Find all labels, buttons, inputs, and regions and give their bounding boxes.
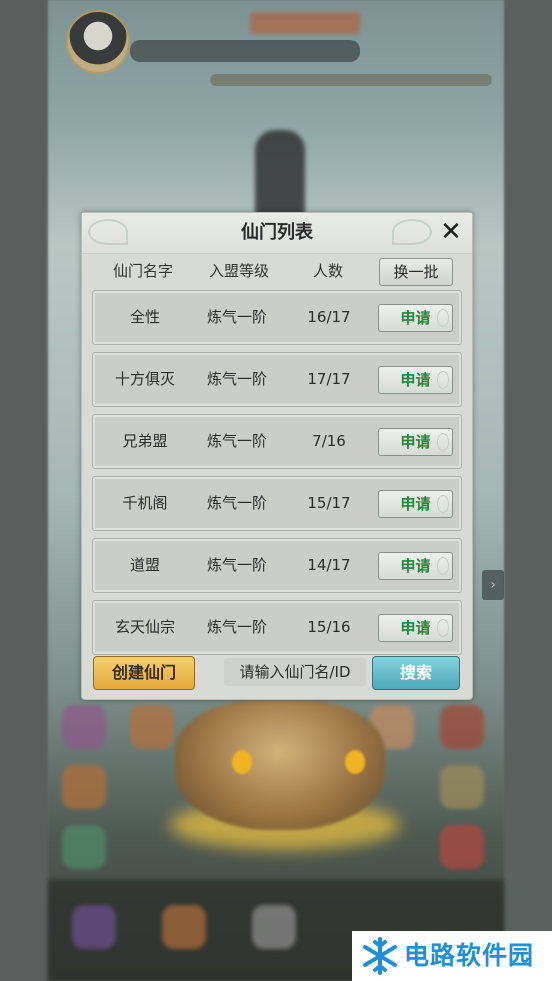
apply-button[interactable]: 申请: [378, 614, 453, 642]
menu-icon-3: [62, 825, 106, 869]
sect-level: 炼气一阶: [206, 556, 267, 574]
experience-bar: [210, 74, 492, 86]
apply-button[interactable]: 申请: [378, 552, 453, 580]
resource-bar: [130, 40, 360, 62]
title-badge: [250, 12, 360, 34]
apply-button[interactable]: 申请: [378, 304, 453, 332]
dialog-header: 仙门列表 ✕: [82, 213, 472, 254]
sect-name: 道盟: [129, 556, 160, 574]
apply-button[interactable]: 申请: [378, 428, 453, 456]
sect-members: 15/16: [307, 618, 351, 636]
sect-list-dialog: 仙门列表 ✕ 仙门名字 入盟等级 人数 换一批 全性 炼气一阶 16/17 申请…: [81, 212, 473, 700]
cauldron-gem-left: [232, 750, 252, 774]
sect-members: 17/17: [307, 370, 351, 388]
dialog-title: 仙门列表: [241, 222, 313, 243]
column-header-members: 人数: [312, 262, 343, 280]
sect-row: 全性 炼气一阶 16/17 申请: [92, 290, 462, 345]
menu-icon-5: [440, 765, 484, 809]
sect-level: 炼气一阶: [206, 494, 267, 512]
left-letterbox: [0, 0, 48, 981]
search-button[interactable]: 搜索: [372, 656, 460, 690]
menu-icon-4: [440, 705, 484, 749]
watermark-text: 电路软件园: [404, 941, 535, 970]
sect-name: 兄弟盟: [122, 432, 168, 450]
right-letterbox: [504, 0, 552, 981]
column-header-name: 仙门名字: [112, 262, 173, 280]
sect-level: 炼气一阶: [206, 308, 267, 326]
cauldron-gem-right: [345, 750, 365, 774]
sect-row: 道盟 炼气一阶 14/17 申请: [92, 538, 462, 593]
watermark: 电路软件园: [352, 931, 552, 981]
sect-members: 7/16: [312, 432, 346, 450]
bottom-icon-1: [72, 905, 116, 949]
sect-name: 全性: [129, 308, 160, 326]
sect-name: 十方俱灭: [114, 370, 175, 388]
player-avatar: [66, 10, 130, 74]
sect-members: 16/17: [307, 308, 351, 326]
column-header-level: 入盟等级: [208, 262, 269, 280]
sect-row: 玄天仙宗 炼气一阶 15/16 申请: [92, 600, 462, 655]
sect-row: 兄弟盟 炼气一阶 7/16 申请: [92, 414, 462, 469]
menu-icon-7: [130, 705, 174, 749]
sect-level: 炼气一阶: [206, 370, 267, 388]
menu-icon-2: [62, 765, 106, 809]
sect-level: 炼气一阶: [206, 432, 267, 450]
player-character: [255, 130, 305, 220]
bottom-icon-2: [162, 905, 206, 949]
apply-button[interactable]: 申请: [378, 490, 453, 518]
sect-name: 千机阁: [122, 494, 168, 512]
refresh-button[interactable]: 换一批: [379, 258, 453, 286]
apply-button[interactable]: 申请: [378, 366, 453, 394]
snowflake-logo-icon: [363, 937, 397, 975]
create-sect-button[interactable]: 创建仙门: [93, 656, 195, 690]
sect-list: 全性 炼气一阶 16/17 申请 十方俱灭 炼气一阶 17/17 申请 兄弟盟 …: [92, 290, 462, 662]
bottom-icon-3: [252, 905, 296, 949]
sect-members: 14/17: [307, 556, 351, 574]
sect-row: 十方俱灭 炼气一阶 17/17 申请: [92, 352, 462, 407]
sect-row: 千机阁 炼气一阶 15/17 申请: [92, 476, 462, 531]
sect-members: 15/17: [307, 494, 351, 512]
sect-name: 玄天仙宗: [114, 618, 175, 636]
sect-search-input[interactable]: [224, 658, 366, 686]
menu-icon-1: [62, 705, 106, 749]
close-icon[interactable]: ✕: [438, 219, 464, 245]
menu-icon-6: [440, 825, 484, 869]
sect-level: 炼气一阶: [206, 618, 267, 636]
side-arrow-icon: ›: [482, 570, 504, 600]
